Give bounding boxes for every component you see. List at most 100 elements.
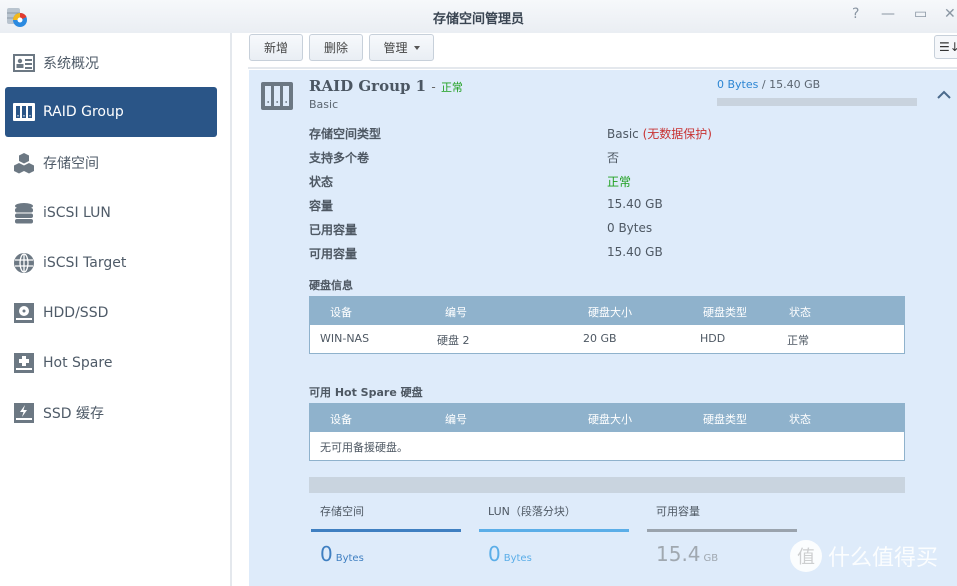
manage-label: 管理 bbox=[383, 41, 408, 55]
prop-label-status: 状态 bbox=[309, 175, 334, 189]
stat-number: 0 bbox=[488, 542, 501, 566]
help-button[interactable]: ? bbox=[852, 6, 859, 22]
prop-value-storage-type: Basic (无数据保护) bbox=[607, 125, 712, 142]
minimize-button[interactable]: — bbox=[881, 6, 895, 22]
empty-message: 无可用备援硬盘。 bbox=[320, 441, 408, 454]
disk-info-table: 设备 编号 硬盘大小 硬盘类型 状态 WIN-NAS 硬盘 2 20 GB HD… bbox=[309, 296, 905, 354]
cell-type: HDD bbox=[700, 332, 726, 345]
close-button[interactable]: ✕ bbox=[944, 6, 956, 22]
sidebar-item-hot-spare[interactable]: Hot Spare bbox=[5, 338, 217, 388]
create-button[interactable]: 新增 bbox=[249, 34, 303, 61]
maximize-button[interactable]: ▭ bbox=[914, 6, 927, 22]
delete-button[interactable]: 删除 bbox=[309, 34, 363, 61]
no-protection-note: (无数据保护) bbox=[642, 127, 712, 141]
usage-text: 0 Bytes / 15.40 GB bbox=[717, 78, 820, 91]
stat-unit: GB bbox=[703, 553, 719, 564]
toolbar: 新增 删除 管理 bbox=[248, 33, 957, 69]
raid-group-title: RAID Group 1 - 正常 bbox=[309, 77, 463, 95]
column-header[interactable]: 状态 bbox=[789, 411, 811, 427]
sidebar-item-hdd-ssd[interactable]: HDD/SSD bbox=[5, 288, 217, 338]
allocation-bar bbox=[309, 477, 905, 493]
raid-group-name: RAID Group 1 bbox=[309, 77, 427, 95]
raid-group-panel: RAID Group 1 - 正常 Basic 0 Bytes / 15.40 … bbox=[249, 70, 957, 586]
stat-number: 15.4 bbox=[656, 542, 701, 566]
prop-value-multi-volume: 否 bbox=[607, 151, 620, 165]
table-row[interactable]: WIN-NAS 硬盘 2 20 GB HDD 正常 bbox=[310, 325, 904, 353]
column-header[interactable]: 硬盘大小 bbox=[588, 304, 632, 320]
stat-lun: LUN（段落分块） 0 Bytes bbox=[479, 503, 629, 566]
sidebar-item-label: Hot Spare bbox=[43, 355, 113, 371]
column-header[interactable]: 编号 bbox=[445, 411, 467, 427]
raid-group-icon bbox=[261, 82, 293, 110]
sidebar: 系统概况 RAID Group 存储空间 iSCSI LUN iSCSI Tar… bbox=[0, 33, 232, 586]
empty-row: 无可用备援硬盘。 bbox=[310, 432, 904, 460]
sidebar-item-storage[interactable]: 存储空间 bbox=[5, 138, 217, 188]
storage-cubes-icon bbox=[13, 152, 35, 174]
storage-type-value: Basic bbox=[607, 127, 639, 141]
sidebar-item-label: 存储空间 bbox=[43, 156, 99, 172]
hot-spare-table: 设备 编号 硬盘大小 硬盘类型 状态 无可用备援硬盘。 bbox=[309, 403, 905, 461]
stat-value: 15.4 GB bbox=[647, 542, 797, 566]
prop-label-storage-type: 存储空间类型 bbox=[309, 127, 382, 141]
stat-number: 0 bbox=[320, 542, 333, 566]
watermark: 值 什么值得买 bbox=[790, 540, 938, 572]
cell-number: 硬盘 2 bbox=[437, 334, 470, 347]
hot-spare-title: 可用 Hot Spare 硬盘 bbox=[309, 386, 423, 399]
prop-value-status: 正常 bbox=[607, 175, 632, 189]
sort-button[interactable]: ☰↓ bbox=[934, 35, 957, 59]
table-header: 设备 编号 硬盘大小 硬盘类型 状态 bbox=[310, 297, 904, 325]
column-header[interactable]: 状态 bbox=[789, 304, 811, 320]
column-header[interactable]: 硬盘类型 bbox=[703, 304, 747, 320]
sidebar-item-label: iSCSI Target bbox=[43, 255, 127, 271]
sidebar-item-raid-group[interactable]: RAID Group bbox=[5, 87, 217, 137]
stat-storage: 存储空间 0 Bytes bbox=[311, 503, 461, 566]
column-header[interactable]: 设备 bbox=[330, 411, 352, 427]
sidebar-item-iscsi-target[interactable]: iSCSI Target bbox=[5, 238, 217, 288]
sidebar-item-label: iSCSI LUN bbox=[43, 205, 111, 221]
title-bar: 存储空间管理员 ? — ▭ ✕ bbox=[0, 0, 957, 33]
column-header[interactable]: 硬盘大小 bbox=[588, 411, 632, 427]
table-header: 设备 编号 硬盘大小 硬盘类型 状态 bbox=[310, 404, 904, 432]
title-separator: - bbox=[431, 80, 436, 94]
stat-value: 0 Bytes bbox=[479, 542, 629, 566]
stat-unit: Bytes bbox=[335, 553, 364, 564]
sidebar-item-ssd-cache[interactable]: SSD 缓存 bbox=[5, 388, 217, 438]
prop-label-multi-volume: 支持多个卷 bbox=[309, 151, 370, 165]
stat-label: 存储空间 bbox=[320, 505, 364, 518]
disk-info-title: 硬盘信息 bbox=[309, 279, 353, 292]
manage-dropdown[interactable]: 管理 bbox=[369, 34, 434, 61]
stat-line bbox=[479, 529, 629, 532]
sidebar-item-overview[interactable]: 系统概况 bbox=[5, 38, 217, 88]
column-header[interactable]: 编号 bbox=[445, 304, 467, 320]
cell-device: WIN-NAS bbox=[320, 332, 370, 345]
prop-value-available: 15.40 GB bbox=[607, 245, 663, 259]
sidebar-item-label: RAID Group bbox=[43, 104, 124, 120]
usage-bar bbox=[717, 98, 917, 106]
overview-icon bbox=[13, 52, 35, 74]
watermark-text: 什么值得买 bbox=[828, 546, 939, 571]
usage-used: 0 Bytes bbox=[717, 78, 759, 91]
column-header[interactable]: 设备 bbox=[330, 304, 352, 320]
prop-label-used: 已用容量 bbox=[309, 223, 358, 237]
watermark-badge-icon: 值 bbox=[790, 540, 822, 572]
raid-status-badge: 正常 bbox=[440, 81, 463, 94]
column-header[interactable]: 硬盘类型 bbox=[703, 411, 747, 427]
stat-label: 可用容量 bbox=[656, 505, 700, 518]
hot-spare-icon bbox=[13, 352, 35, 374]
sort-icon: ☰↓ bbox=[939, 40, 957, 54]
caret-down-icon bbox=[413, 45, 420, 50]
prop-label-capacity: 容量 bbox=[309, 199, 334, 213]
raid-group-icon bbox=[13, 101, 35, 123]
stat-line bbox=[311, 529, 461, 532]
prop-label-available: 可用容量 bbox=[309, 247, 358, 261]
sidebar-item-iscsi-lun[interactable]: iSCSI LUN bbox=[5, 188, 217, 238]
cell-size: 20 GB bbox=[583, 332, 617, 345]
collapse-chevron-up-icon[interactable] bbox=[937, 88, 951, 103]
sidebar-item-label: SSD 缓存 bbox=[43, 406, 105, 422]
prop-value-used: 0 Bytes bbox=[607, 221, 653, 235]
globe-icon bbox=[13, 252, 35, 274]
window-title: 存储空间管理员 bbox=[432, 12, 524, 27]
prop-value-capacity: 15.40 GB bbox=[607, 197, 663, 211]
stat-line bbox=[647, 529, 797, 532]
stat-available: 可用容量 15.4 GB bbox=[647, 503, 797, 566]
